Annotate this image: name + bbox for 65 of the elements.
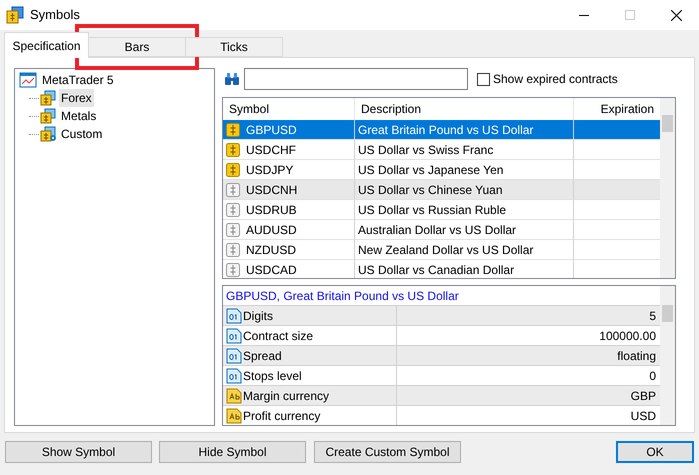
symbol-name: USDCNH	[246, 182, 298, 198]
button[interactable]: Create Custom Symbol	[314, 441, 461, 463]
table-row[interactable]: AUDUSD Australian Dollar vs US Dollar	[223, 220, 661, 240]
symbol-name: GBPUSD	[246, 122, 297, 138]
table-row[interactable]: USDJPY US Dollar vs Japanese Yen	[223, 160, 661, 180]
text-type-icon	[226, 388, 242, 404]
symbol-name: USDCAD	[246, 262, 297, 278]
symbol-description: US Dollar vs Russian Ruble	[355, 200, 574, 219]
button[interactable]: Show Symbol	[5, 441, 152, 463]
property-name: Spread	[243, 348, 282, 364]
property-value: 100000.00	[598, 328, 657, 345]
property-value: 5	[648, 308, 657, 325]
close-icon[interactable]	[670, 10, 682, 20]
symbol-description: Great Britain Pound vs US Dollar	[355, 120, 574, 139]
symbol-name: AUDUSD	[246, 222, 297, 238]
table-row[interactable]: USDRUB US Dollar vs Russian Ruble	[223, 200, 661, 220]
chart-window-icon	[19, 72, 37, 88]
number-type-icon	[226, 368, 242, 384]
number-type-icon	[226, 348, 242, 364]
tab[interactable]: Specification	[4, 32, 89, 58]
table-row[interactable]: USDCHF US Dollar vs Swiss Franc	[223, 140, 661, 160]
scrollbar[interactable]	[660, 98, 675, 278]
table-row[interactable]: USDCNH US Dollar vs Chinese Yuan	[223, 180, 661, 200]
symbol-name: USDRUB	[246, 202, 297, 218]
table-row[interactable]: GBPUSD Great Britain Pound vs US Dollar	[223, 120, 661, 140]
text-type-icon	[226, 408, 242, 424]
symbol-description: New Zealand Dollar vs US Dollar	[355, 240, 574, 259]
property-value: GBP	[630, 388, 657, 405]
property-name: Profit currency	[243, 408, 320, 424]
property-value: floating	[616, 348, 657, 365]
symbol-name: USDCHF	[246, 142, 296, 158]
tree-item[interactable]: Forex	[59, 89, 94, 107]
symbol-description: Australian Dollar vs US Dollar	[355, 220, 574, 239]
checkbox[interactable]	[477, 72, 490, 86]
property-value: 0	[648, 368, 657, 385]
number-type-icon	[226, 308, 242, 324]
property-name: Digits	[243, 308, 274, 324]
property-name: Contract size	[243, 328, 314, 344]
tab[interactable]: Ticks	[185, 37, 283, 57]
app-icon	[6, 6, 24, 24]
symbol-description: US Dollar vs Swiss Franc	[355, 140, 574, 159]
folder-icon	[39, 90, 57, 106]
button[interactable]: Hide Symbol	[159, 441, 306, 463]
tree-item[interactable]: MetaTrader 5	[41, 71, 115, 89]
property-name: Margin currency	[243, 388, 330, 404]
binoculars-icon[interactable]	[224, 72, 240, 86]
symbol-name: USDJPY	[246, 162, 294, 178]
property-name: Stops level	[243, 368, 302, 384]
folder-gear-icon	[39, 126, 57, 142]
table-row[interactable]: NZDUSD New Zealand Dollar vs US Dollar	[223, 240, 661, 260]
symbol-description: US Dollar vs Chinese Yuan	[355, 180, 574, 199]
window-title: Symbols	[30, 6, 80, 24]
tab[interactable]: Bars	[88, 37, 186, 57]
button[interactable]: OK	[616, 441, 694, 463]
number-type-icon	[226, 328, 242, 344]
property-value: USD	[630, 408, 657, 425]
checkbox-label[interactable]: Show expired contracts	[493, 70, 618, 88]
search-field[interactable]	[244, 68, 468, 90]
symbol-name: NZDUSD	[246, 242, 296, 258]
folder-icon	[39, 108, 57, 124]
tree-item[interactable]: Metals	[59, 107, 98, 125]
scrollbar[interactable]	[660, 286, 675, 425]
symbol-description: US Dollar vs Canadian Dollar	[355, 260, 574, 278]
tree-item[interactable]: Custom	[59, 125, 104, 143]
symbol-description: US Dollar vs Japanese Yen	[355, 160, 574, 179]
